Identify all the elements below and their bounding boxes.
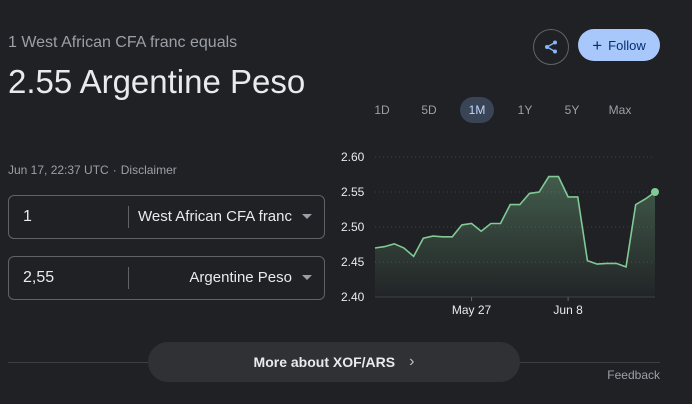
chevron-down-icon[interactable] (302, 275, 312, 280)
exchange-rate-chart[interactable]: 2.60 2.55 2.50 2.45 2.40 May 27 Jun 8 (335, 146, 665, 326)
timestamp: Jun 17, 22:37 UTC (8, 163, 109, 177)
from-currency-field[interactable]: 1 West African CFA franc (8, 195, 325, 239)
range-tab-5d[interactable]: 5D (413, 97, 445, 123)
follow-button[interactable]: + Follow (578, 29, 660, 61)
y-tick-label: 2.45 (341, 255, 365, 269)
conversion-result: 2.55 Argentine Peso (8, 63, 306, 100)
share-icon (545, 40, 557, 54)
field-divider (128, 267, 129, 289)
from-currency-select[interactable]: West African CFA franc (138, 196, 292, 238)
y-tick-label: 2.55 (341, 185, 365, 199)
range-tab-5y[interactable]: 5Y (556, 97, 588, 123)
to-currency-select[interactable]: Argentine Peso (189, 257, 292, 299)
follow-label: Follow (608, 37, 646, 53)
range-tab-1y[interactable]: 1Y (509, 97, 541, 123)
feedback-link[interactable]: Feedback (607, 368, 660, 382)
chevron-down-icon[interactable] (302, 214, 312, 219)
more-about-button[interactable]: More about XOF/ARS › (148, 342, 520, 382)
y-tick-label: 2.60 (341, 150, 365, 164)
from-amount-input[interactable]: 1 (23, 196, 32, 238)
divider-line (8, 362, 148, 363)
to-amount-input[interactable]: 2,55 (23, 257, 54, 299)
chevron-right-icon: › (409, 353, 415, 370)
y-tick-label: 2.40 (341, 290, 365, 304)
x-tick-label: Jun 8 (553, 303, 583, 317)
to-currency-field[interactable]: 2,55 Argentine Peso (8, 256, 325, 300)
range-tab-1d[interactable]: 1D (366, 97, 398, 123)
area-fill (375, 176, 655, 297)
last-point-marker (651, 188, 659, 196)
separator: · (112, 163, 117, 177)
field-divider (128, 206, 129, 228)
timestamp-line: Jun 17, 22:37 UTC · Disclaimer (8, 163, 177, 177)
plus-icon: + (592, 35, 603, 55)
share-button[interactable] (533, 29, 569, 65)
divider-line (520, 362, 660, 363)
more-about-label: More about XOF/ARS (253, 354, 396, 370)
disclaimer-link[interactable]: Disclaimer (121, 163, 177, 177)
range-tab-max[interactable]: Max (603, 97, 637, 123)
range-tab-1m[interactable]: 1M (460, 97, 494, 123)
conversion-subtitle: 1 West African CFA franc equals (8, 34, 238, 51)
y-tick-label: 2.50 (341, 220, 365, 234)
x-tick-label: May 27 (452, 303, 492, 317)
